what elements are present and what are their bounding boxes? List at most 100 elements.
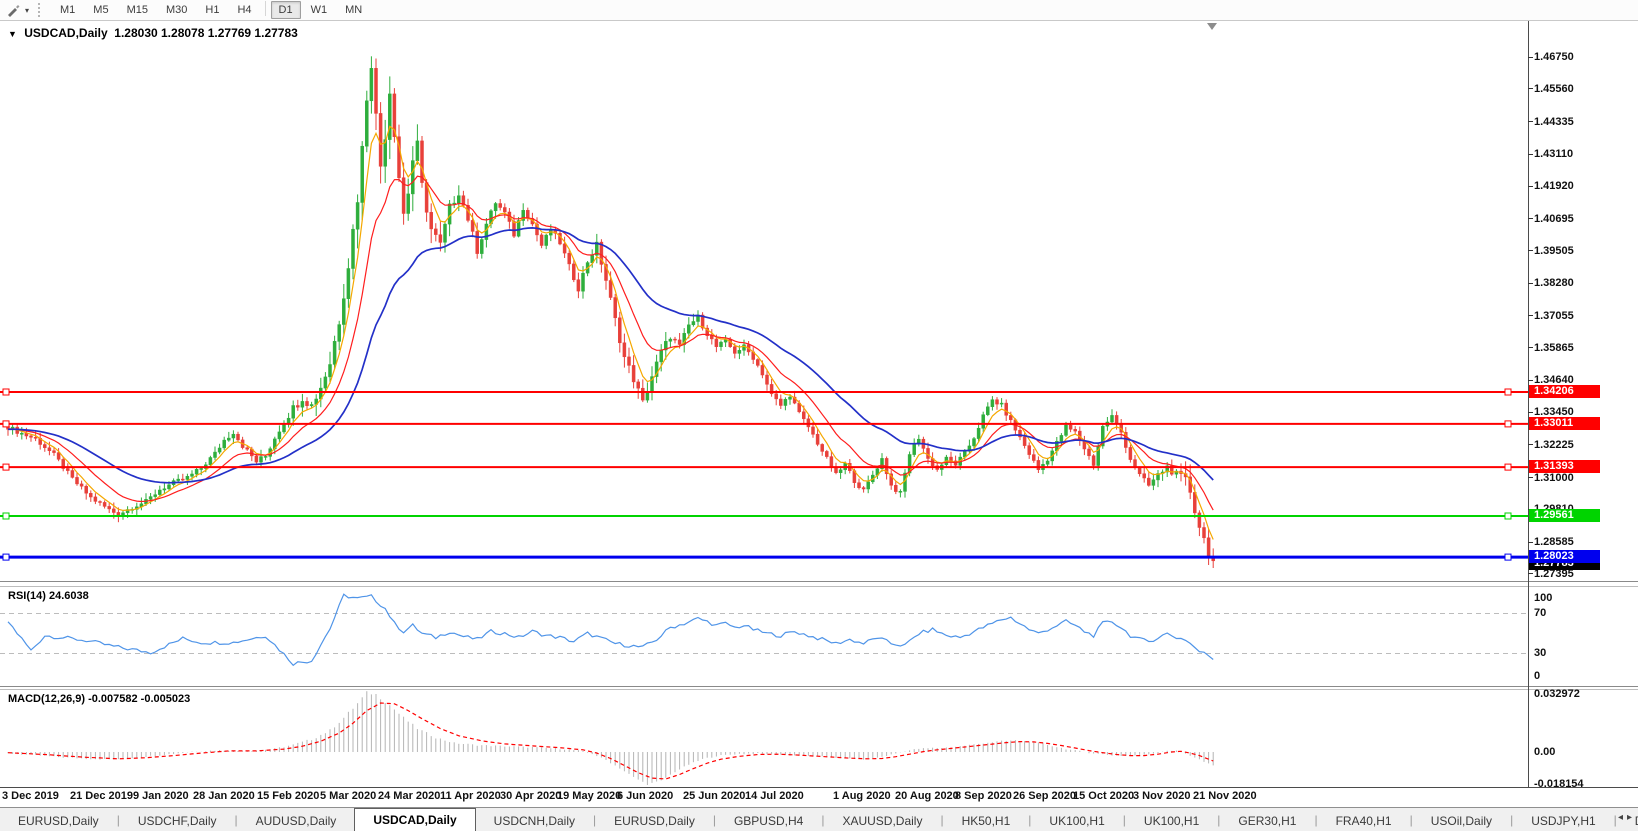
candle-body xyxy=(306,401,309,405)
candle-body xyxy=(821,444,824,451)
collapse-triangle-icon[interactable]: ▼ xyxy=(8,29,17,39)
candle-body xyxy=(232,434,235,438)
candle-body xyxy=(388,94,391,140)
candle-body xyxy=(517,221,520,237)
candle-body xyxy=(158,490,161,495)
candle-body xyxy=(218,448,221,452)
price-tickmark xyxy=(1528,218,1533,219)
chart-tab-USDCHF-Daily[interactable]: USDCHF,Daily xyxy=(120,811,235,831)
candle-body xyxy=(149,497,152,500)
date-axis-label: 26 Sep 2020 xyxy=(1013,790,1076,802)
tab-scroll-left-icon[interactable]: ◂ xyxy=(1618,812,1627,823)
rsi-indicator-chart[interactable] xyxy=(0,587,1528,686)
tf-button-M30[interactable]: M30 xyxy=(158,1,195,19)
candle-body xyxy=(154,495,157,497)
candle-body xyxy=(476,231,479,253)
candle-body xyxy=(779,399,782,406)
candle-body xyxy=(618,318,621,343)
tab-scroll-right-icon[interactable]: ▸ xyxy=(1627,812,1636,823)
candle-body xyxy=(563,244,566,253)
candle-body xyxy=(177,479,180,481)
price-tickmark xyxy=(1528,283,1533,284)
candle-body xyxy=(986,407,989,415)
macd-axis-label: -0.018154 xyxy=(1534,778,1584,790)
candle-body xyxy=(973,439,976,446)
candle-body xyxy=(329,365,332,377)
chart-tab-AUDUSD-Daily[interactable]: AUDUSD,Daily xyxy=(238,811,355,831)
candle-body xyxy=(76,477,79,484)
candle-body xyxy=(181,479,184,480)
price-axis-label: 1.38280 xyxy=(1534,277,1574,289)
tf-button-W1[interactable]: W1 xyxy=(303,1,336,19)
candle-body xyxy=(715,339,718,347)
tf-button-M5[interactable]: M5 xyxy=(85,1,116,19)
tf-button-H1[interactable]: H1 xyxy=(197,1,227,19)
candle-body xyxy=(1115,415,1118,423)
main-price-chart[interactable] xyxy=(0,21,1528,581)
panel-separator[interactable] xyxy=(0,581,1638,582)
candle-body xyxy=(572,264,575,280)
price-tickmark xyxy=(1528,154,1533,155)
chart-tab-USDJPY-H1[interactable]: USDJPY,H1 xyxy=(1513,811,1613,831)
candle-body xyxy=(89,493,92,497)
candle-body xyxy=(816,434,819,444)
candle-body xyxy=(209,458,212,465)
macd-indicator-chart[interactable] xyxy=(0,690,1528,787)
pencil-draw-tool-icon[interactable] xyxy=(4,2,22,18)
line-handle xyxy=(1505,464,1511,470)
chart-tab-EURUSD-Daily[interactable]: EURUSD,Daily xyxy=(596,811,713,831)
candle-body xyxy=(756,360,759,366)
candle-body xyxy=(1069,425,1072,429)
candle-body xyxy=(641,388,644,400)
price-tickmark xyxy=(1528,477,1533,478)
price-axis-border xyxy=(1528,21,1529,787)
panel-separator[interactable] xyxy=(0,686,1638,687)
timeframe-toolbar: ▾ M1M5M15M30H1H4 D1W1MN xyxy=(0,0,1638,21)
candle-body xyxy=(448,204,451,224)
chart-tab-XAUUSD-Daily[interactable]: XAUUSD,Daily xyxy=(824,811,940,831)
chart-tab-USDCAD-Daily[interactable]: USDCAD,Daily xyxy=(354,808,475,831)
chart-tab-UK100-H1[interactable]: UK100,H1 xyxy=(1031,811,1122,831)
tf-button-MN[interactable]: MN xyxy=(337,1,370,19)
chart-tab-GER30-H1[interactable]: GER30,H1 xyxy=(1220,811,1314,831)
candle-body xyxy=(1046,461,1049,464)
candle-body xyxy=(582,273,585,291)
dropdown-caret-icon[interactable]: ▾ xyxy=(22,6,32,15)
candle-body xyxy=(296,406,299,408)
candle-body xyxy=(411,161,414,194)
chart-tab-USOil-Daily[interactable]: USOil,Daily xyxy=(1413,811,1510,831)
chart-tab-GBPUSD-H4[interactable]: GBPUSD,H4 xyxy=(716,811,821,831)
candle-body xyxy=(356,203,359,230)
candle-body xyxy=(53,451,56,453)
candle-body xyxy=(1207,538,1210,557)
price-tickmark xyxy=(1528,542,1533,543)
price-tickmark xyxy=(1528,186,1533,187)
candle-body xyxy=(503,208,506,213)
rsi-axis-label: 30 xyxy=(1534,647,1546,659)
line-price-tag-1.33011: 1.33011 xyxy=(1529,417,1600,430)
ohlc-values: 1.28030 1.28078 1.27769 1.27783 xyxy=(114,26,298,40)
candle-body xyxy=(457,196,460,203)
tf-button-M1[interactable]: M1 xyxy=(52,1,83,19)
rsi-axis-label: 70 xyxy=(1534,607,1546,619)
toolbar-grip[interactable] xyxy=(38,3,45,17)
chart-tab-FRA40-H1[interactable]: FRA40,H1 xyxy=(1318,811,1410,831)
date-axis-label: 3 Dec 2019 xyxy=(2,790,59,802)
candle-body xyxy=(379,113,382,166)
tf-button-M15[interactable]: M15 xyxy=(119,1,156,19)
tf-button-D1[interactable]: D1 xyxy=(271,1,301,19)
candle-body xyxy=(324,377,327,388)
price-axis-label: 1.35865 xyxy=(1534,342,1574,354)
tf-button-H4[interactable]: H4 xyxy=(229,1,259,19)
chart-tab-EURUSD-Daily[interactable]: EURUSD,Daily xyxy=(0,811,117,831)
candle-body xyxy=(85,486,88,493)
candle-body xyxy=(48,448,51,451)
candle-body xyxy=(775,394,778,399)
candle-body xyxy=(687,325,690,334)
chart-tab-HK50-H1[interactable]: HK50,H1 xyxy=(944,811,1029,831)
chart-tab-UK100-H1[interactable]: UK100,H1 xyxy=(1126,811,1217,831)
chart-tab-USDCNH-Daily[interactable]: USDCNH,Daily xyxy=(476,811,593,831)
candle-body xyxy=(283,424,286,432)
candle-body xyxy=(407,194,410,214)
candle-body xyxy=(1065,425,1068,435)
